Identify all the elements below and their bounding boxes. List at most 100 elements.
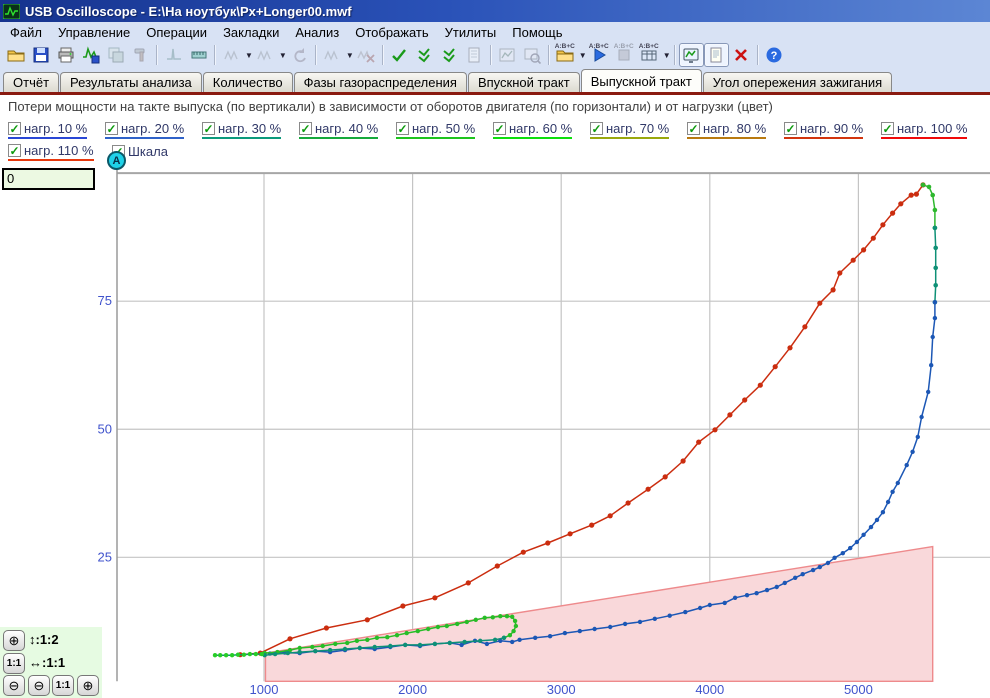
legend-item-load-110[interactable]: ✓нагр. 110 %: [8, 141, 112, 163]
script-table-button[interactable]: A:B+C: [637, 43, 662, 67]
zoom-in-vertical-button[interactable]: ⊕: [3, 630, 25, 651]
load-40-checkbox[interactable]: ✓: [299, 122, 312, 135]
load-110-label: нагр. 110 %: [24, 143, 94, 158]
toolbar-separator: [156, 45, 158, 65]
waveform-overlay-dropdown-arrow[interactable]: ▼: [346, 51, 354, 60]
show-report-icon: [707, 46, 725, 64]
load-100-checkbox[interactable]: ✓: [881, 122, 894, 135]
tab-ignition-advance[interactable]: Угол опережения зажигания: [703, 72, 892, 92]
help-button[interactable]: ?: [762, 43, 787, 67]
legend-item-load-80[interactable]: ✓нагр. 80 %: [687, 119, 784, 141]
menu-operations[interactable]: Операции: [138, 24, 215, 41]
waveform-next-icon: [256, 46, 274, 64]
legend-item-load-50[interactable]: ✓нагр. 50 %: [396, 119, 493, 141]
tab-report[interactable]: Отчёт: [3, 72, 59, 92]
load-60-label: нагр. 60 %: [509, 121, 572, 136]
copy-waveform-icon: [107, 46, 125, 64]
tab-analysis-results[interactable]: Результаты анализа: [60, 72, 202, 92]
zoom-in-horizontal-button[interactable]: ⊕: [77, 675, 99, 696]
tools-hammer-icon: [132, 46, 150, 64]
accept-all-button[interactable]: [412, 43, 437, 67]
script-table-dropdown-arrow[interactable]: ▼: [663, 51, 671, 60]
load-60-checkbox[interactable]: ✓: [493, 122, 506, 135]
zoom-out-horizontal-button[interactable]: ⊖: [28, 675, 50, 696]
single-pulse-icon: [165, 46, 183, 64]
y-tick-75: 75: [98, 293, 112, 308]
measure-segment-icon: [190, 46, 208, 64]
load-20-checkbox[interactable]: ✓: [105, 122, 118, 135]
load-90-checkbox[interactable]: ✓: [784, 122, 797, 135]
reset-horizontal-button[interactable]: 1:1: [52, 675, 74, 696]
legend-item-load-10[interactable]: ✓нагр. 10 %: [8, 119, 105, 141]
close-analysis-button[interactable]: [729, 43, 754, 67]
close-analysis-icon: [732, 46, 750, 64]
menu-utilities[interactable]: Утилиты: [437, 24, 505, 41]
help-icon: ?: [765, 46, 783, 64]
legend-item-load-100[interactable]: ✓нагр. 100 %: [881, 119, 985, 141]
load-70-label: нагр. 70 %: [606, 121, 669, 136]
legend-item-load-30[interactable]: ✓нагр. 30 %: [202, 119, 299, 141]
open-file-button[interactable]: [3, 43, 28, 67]
load-20-label: нагр. 20 %: [121, 121, 184, 136]
script-open-button[interactable]: A:B+C: [553, 43, 578, 67]
reset-vertical-button[interactable]: 1:1: [3, 653, 25, 674]
scale-region: [265, 547, 932, 682]
menu-bookmarks[interactable]: Закладки: [215, 24, 287, 41]
load-10-checkbox[interactable]: ✓: [8, 122, 21, 135]
save-waveform-button[interactable]: [78, 43, 103, 67]
y-tick-50: 50: [98, 421, 112, 436]
waveform-next-button: [253, 43, 278, 67]
load-80-label: нагр. 80 %: [703, 121, 766, 136]
load-70-checkbox[interactable]: ✓: [590, 122, 603, 135]
toolbar-separator: [674, 45, 676, 65]
legend-item-load-40[interactable]: ✓нагр. 40 %: [299, 119, 396, 141]
waveform-prev-dropdown-arrow[interactable]: ▼: [245, 51, 253, 60]
chart-frame-icon: [498, 46, 516, 64]
legend-item-load-60[interactable]: ✓нагр. 60 %: [493, 119, 590, 141]
accept-button[interactable]: [387, 43, 412, 67]
marker-a[interactable]: A: [107, 151, 126, 170]
toolbar: ▼▼▼A:B+C▼A:B+CA:B+CA:B+C▼?: [0, 42, 990, 68]
load-30-checkbox[interactable]: ✓: [202, 122, 215, 135]
tab-strip: ОтчётРезультаты анализаКоличествоФазы га…: [0, 68, 990, 92]
menu-help[interactable]: Помощь: [504, 24, 570, 41]
title-bar: USB Oscilloscope - E:\На ноутбук\Px+Long…: [0, 0, 990, 22]
waveform-next-dropdown-arrow[interactable]: ▼: [279, 51, 287, 60]
cursor-value-field[interactable]: 0: [2, 168, 95, 190]
menu-analysis[interactable]: Анализ: [287, 24, 347, 41]
show-report-button[interactable]: [704, 43, 729, 67]
series-right-drop-teal: [933, 226, 938, 305]
menu-control[interactable]: Управление: [50, 24, 138, 41]
load-80-checkbox[interactable]: ✓: [687, 122, 700, 135]
reaccept-button[interactable]: [437, 43, 462, 67]
y-tick-25: 25: [98, 549, 112, 564]
script-open-dropdown-arrow[interactable]: ▼: [579, 51, 587, 60]
tab-exhaust-tract[interactable]: Выпускной тракт: [581, 69, 702, 92]
tab-intake-tract[interactable]: Впускной тракт: [468, 72, 580, 92]
load-110-checkbox[interactable]: ✓: [8, 144, 21, 157]
single-pulse-button: [161, 43, 186, 67]
legend-item-load-70[interactable]: ✓нагр. 70 %: [590, 119, 687, 141]
show-waveforms-button[interactable]: [679, 43, 704, 67]
zoom-out-vertical-button[interactable]: ⊖: [3, 675, 25, 696]
toolbar-separator: [757, 45, 759, 65]
app-icon: [3, 4, 20, 19]
legend-item-load-90[interactable]: ✓нагр. 90 %: [784, 119, 881, 141]
horizontal-zoom-ratio: ↔:1:1: [29, 655, 65, 670]
script-run-button[interactable]: A:B+C: [587, 43, 612, 67]
chart-area: 25507510002000300040005000 0 A ↕:1:2 ↔:1…: [0, 163, 990, 698]
legend-item-load-20[interactable]: ✓нагр. 20 %: [105, 119, 202, 141]
tab-valve-timing[interactable]: Фазы газораспределения: [294, 72, 467, 92]
save-file-button[interactable]: [28, 43, 53, 67]
series-peak-transition-green: [921, 183, 938, 231]
script-mini-label: A:B+C: [614, 43, 634, 50]
tab-quantity[interactable]: Количество: [203, 72, 293, 92]
print-button[interactable]: [53, 43, 78, 67]
measure-segment-button[interactable]: [186, 43, 211, 67]
load-50-label: нагр. 50 %: [412, 121, 475, 136]
menu-file[interactable]: Файл: [2, 24, 50, 41]
menu-display[interactable]: Отображать: [347, 24, 436, 41]
waveform-delete-button: [354, 43, 379, 67]
script-stop-button: A:B+C: [612, 43, 637, 67]
load-50-checkbox[interactable]: ✓: [396, 122, 409, 135]
